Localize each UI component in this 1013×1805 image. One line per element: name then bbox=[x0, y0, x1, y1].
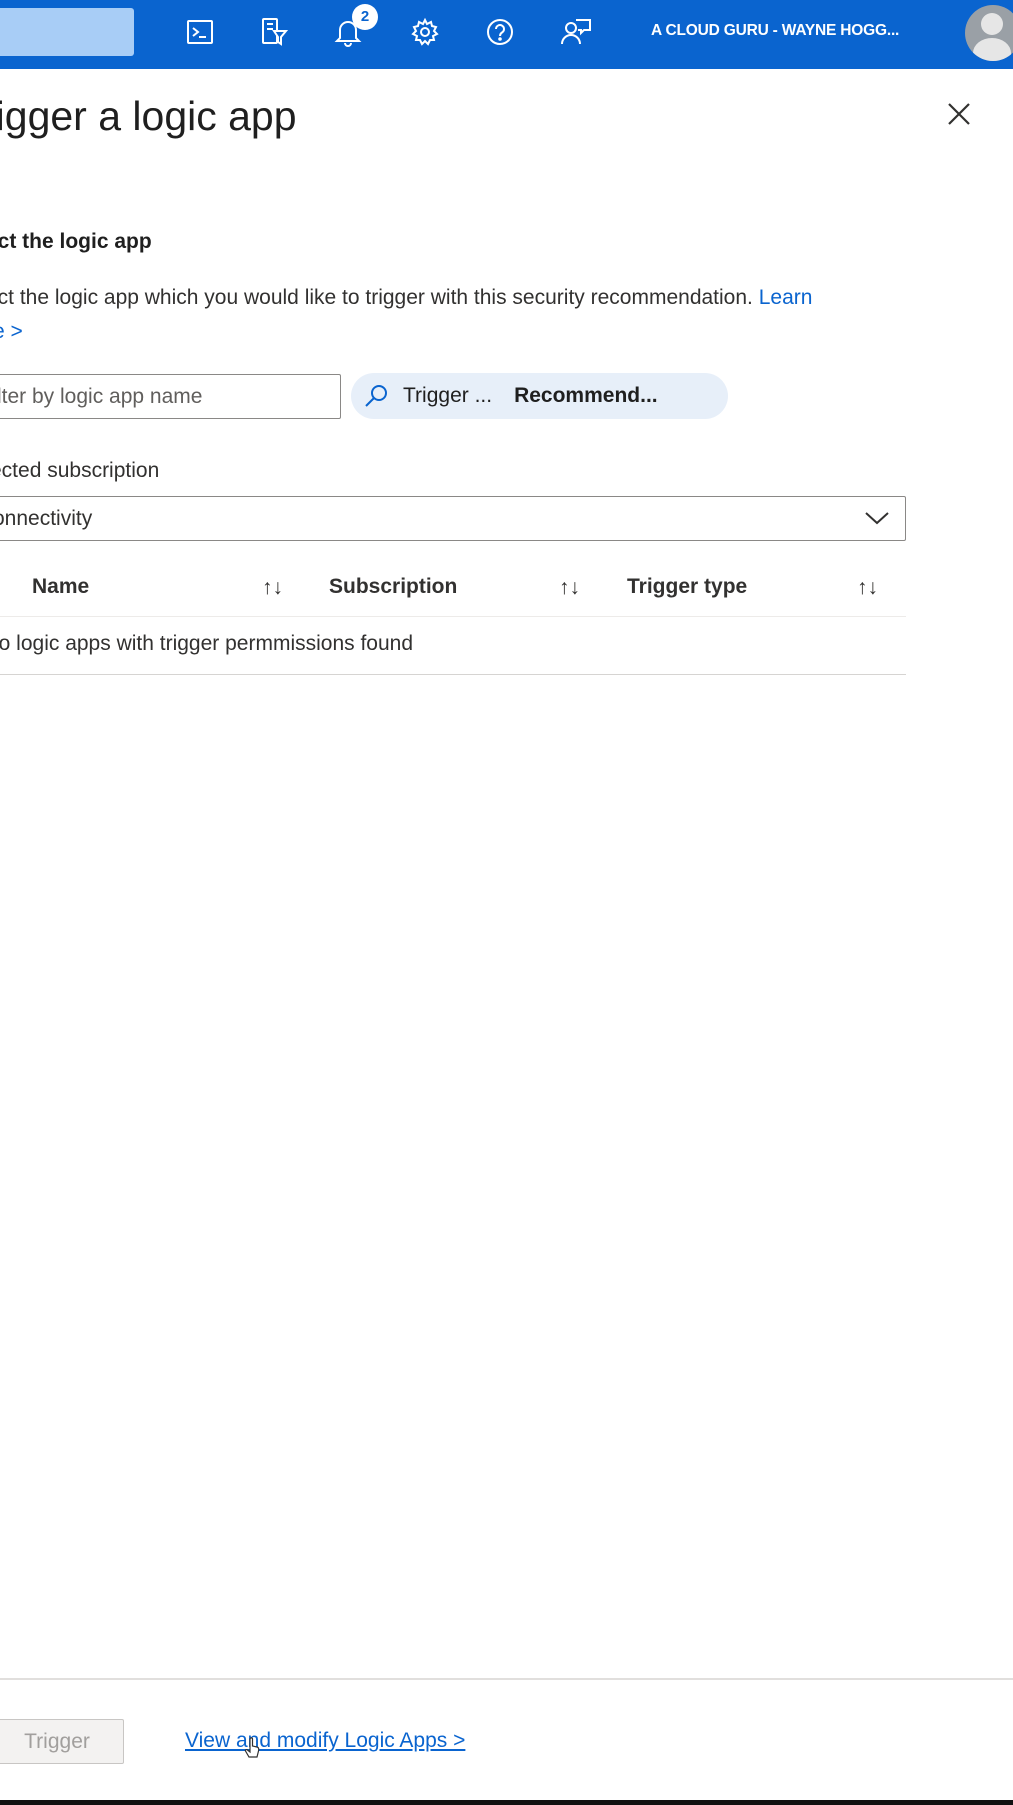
top-bar: 2 A CLOUD GURU - WAYNE HOGG... bbox=[0, 0, 1013, 69]
column-header-trigger-type[interactable]: Trigger type bbox=[627, 575, 747, 599]
subscription-select[interactable]: onnectivity bbox=[0, 496, 906, 541]
empty-message: lo logic apps with trigger permmissions … bbox=[0, 632, 414, 655]
subscription-label: ected subscription bbox=[0, 459, 160, 482]
trigger-button[interactable]: Trigger bbox=[0, 1719, 124, 1764]
notification-badge: 2 bbox=[352, 4, 378, 30]
description: ect the logic app which you would like t… bbox=[0, 281, 976, 349]
chevron-down-icon bbox=[865, 512, 889, 525]
hand-cursor-icon bbox=[244, 1737, 260, 1758]
directory-filter-icon[interactable] bbox=[256, 14, 292, 50]
column-header-name[interactable]: Name bbox=[32, 575, 89, 599]
table-header: Name ↑↓ Subscription ↑↓ Trigger type ↑↓ bbox=[0, 559, 906, 617]
table-row: lo logic apps with trigger permmissions … bbox=[0, 617, 906, 675]
avatar[interactable] bbox=[965, 5, 1013, 61]
filter-input[interactable] bbox=[0, 374, 341, 419]
bottom-strip bbox=[0, 1800, 1013, 1805]
footer-divider bbox=[0, 1678, 1013, 1680]
subscription-value: onnectivity bbox=[0, 507, 93, 530]
feedback-icon[interactable] bbox=[558, 14, 594, 50]
pill-label: Trigger ... bbox=[403, 384, 493, 407]
trigger-filter-pill[interactable]: Trigger ... Recommend... bbox=[351, 373, 728, 419]
account-name[interactable]: A CLOUD GURU - WAYNE HOGG... bbox=[651, 22, 899, 40]
cloud-shell-icon[interactable] bbox=[182, 14, 218, 50]
sort-icon[interactable]: ↑↓ bbox=[262, 576, 283, 600]
help-icon[interactable] bbox=[482, 14, 518, 50]
search-icon bbox=[365, 385, 387, 407]
page-title: rigger a logic app bbox=[0, 93, 297, 139]
pill-value: Recommend... bbox=[514, 384, 658, 407]
view-modify-logic-apps-link[interactable]: View and modify Logic Apps > bbox=[185, 1729, 465, 1753]
section-title: ect the logic app bbox=[0, 230, 152, 253]
global-search-box[interactable] bbox=[0, 8, 134, 56]
sort-icon[interactable]: ↑↓ bbox=[559, 576, 580, 600]
trigger-logic-app-panel: rigger a logic app ect the logic app ect… bbox=[0, 69, 1013, 1800]
column-header-subscription[interactable]: Subscription bbox=[329, 575, 457, 599]
description-text: ect the logic app which you would like t… bbox=[0, 286, 753, 309]
close-icon[interactable] bbox=[942, 97, 976, 131]
gear-icon[interactable] bbox=[407, 14, 443, 50]
sort-icon[interactable]: ↑↓ bbox=[857, 576, 878, 600]
